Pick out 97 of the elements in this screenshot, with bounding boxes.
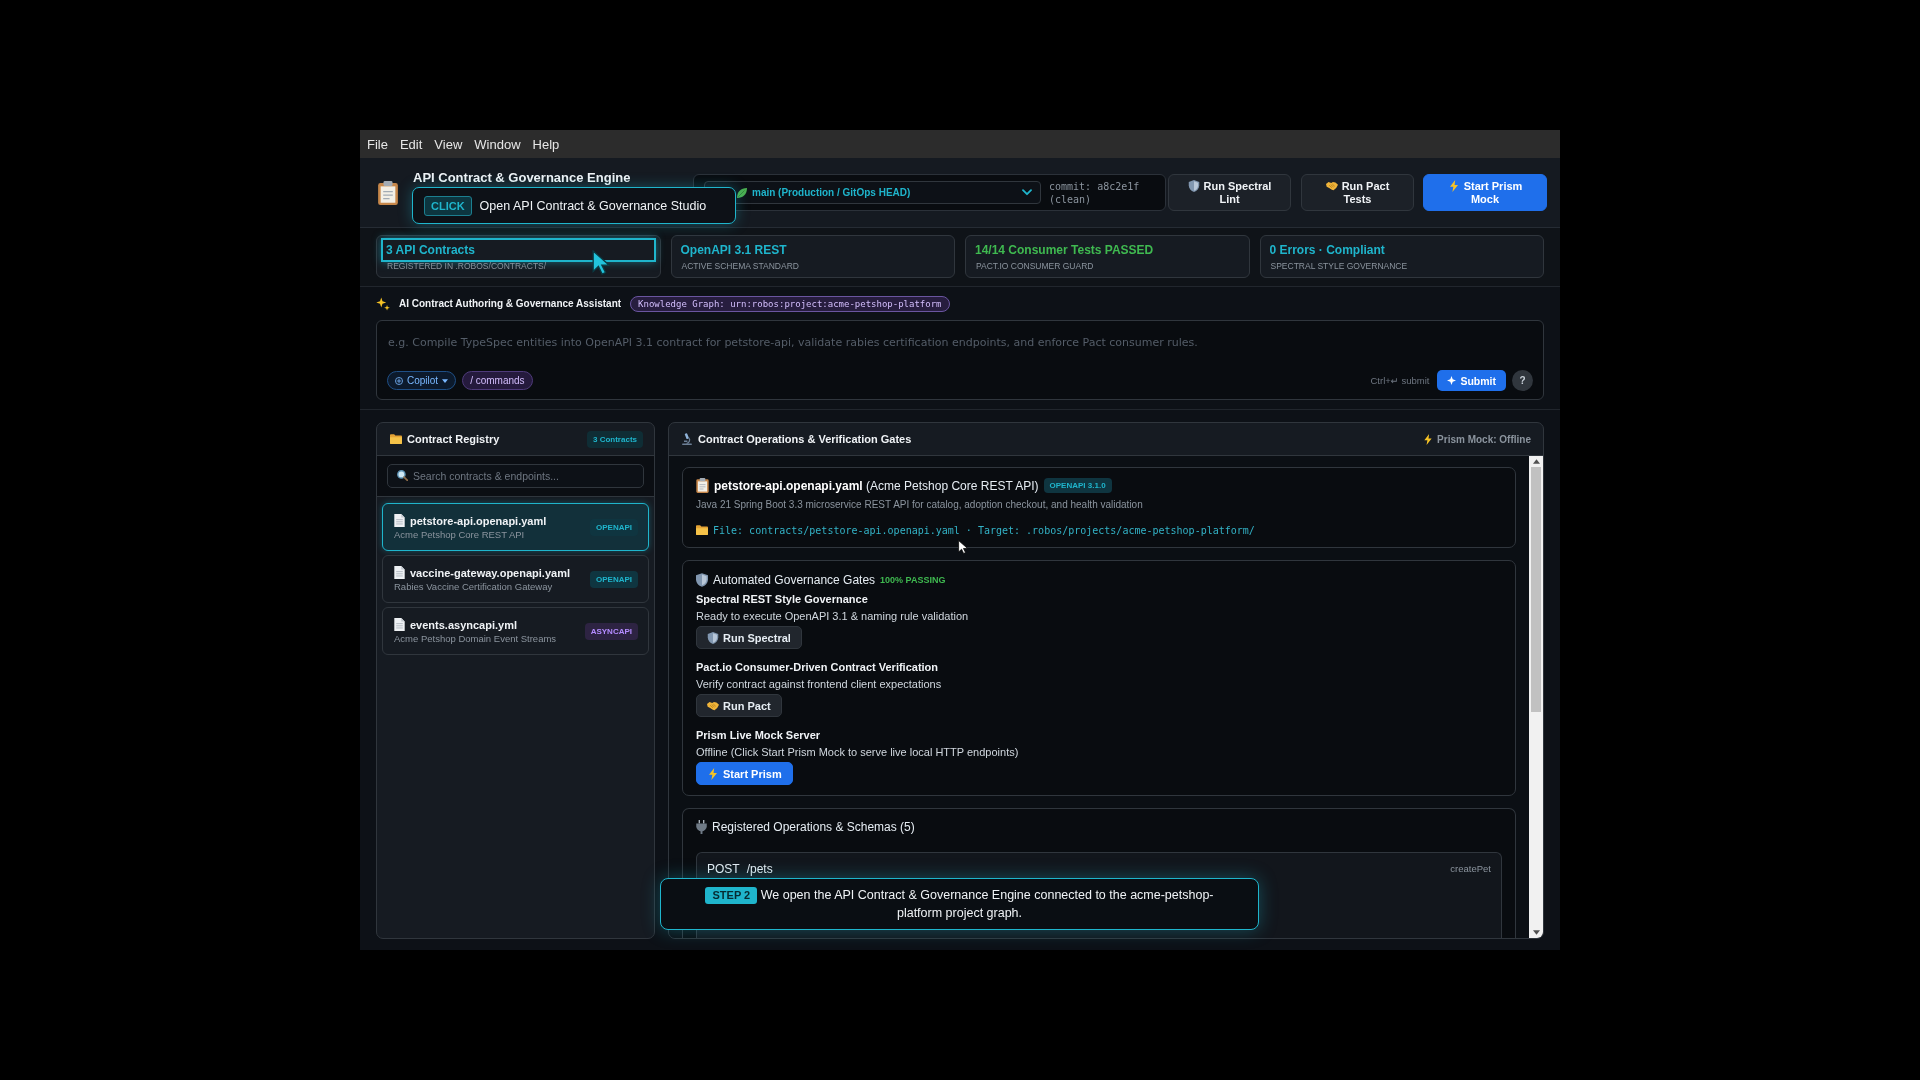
menu-item[interactable]: View	[428, 135, 469, 153]
gate-title: Pact.io Consumer-Driven Contract Verification	[696, 660, 940, 674]
operation-id: createPet	[1450, 862, 1491, 876]
cursor-icon	[592, 250, 610, 275]
stat-caption: PACT.IO CONSUMER GUARD	[975, 261, 1095, 271]
stat-caption: SPECTRAL STYLE GOVERNANCE	[1269, 261, 1409, 271]
contract-item[interactable]: events.asyncapi.yml Acme Petshop Domain Event Streams ASYNCAPI	[382, 607, 649, 655]
callout-text: We open the API Contract & Governance Engine connected to the acme-petshop-platform project graph.	[760, 888, 1214, 920]
gate-button[interactable]: Run Pact	[696, 694, 782, 717]
type-tag: OPENAPI	[590, 570, 638, 588]
leaf-icon	[737, 187, 747, 198]
action-button[interactable]: Start Prism Mock	[1423, 174, 1547, 211]
microscope-icon	[681, 433, 693, 445]
handshake-icon	[707, 699, 719, 712]
operations-title: Registered Operations & Schemas (5)	[712, 820, 915, 834]
contract-item[interactable]: petstore-api.openapi.yaml Acme Petshop Core REST API OPENAPI	[382, 503, 649, 551]
assistant-title: AI Contract Authoring & Governance Assistant	[399, 298, 622, 309]
action-button[interactable]: Run Spectral Lint	[1168, 174, 1291, 211]
composer-box[interactable]: e.g. Compile TypeSpec entities into OpenAPI 3.1 contract for petstore-api, validate rabies certification endpoints, and enforce Pact consumer rules. Copilot / commands Ctrl+↵ submit Submit ?	[376, 320, 1544, 400]
callout-text: Open API Contract & Governance Studio	[479, 198, 707, 213]
plus-circle-icon	[395, 376, 403, 385]
stat-value: 0 Errors · Compliant	[1269, 243, 1385, 257]
prompt-field[interactable]: e.g. Compile TypeSpec entities into OpenAPI 3.1 contract for petstore-api, validate rabies certification endpoints, and enforce Pact consumer rules.	[387, 321, 1533, 370]
search-field[interactable]: Search contracts & endpoints...	[387, 464, 644, 488]
gate-description: Offline (Click Start Prism Mock to serve live local HTTP endpoints)	[696, 745, 1020, 759]
plug-icon	[696, 820, 707, 834]
gate-description: Ready to execute OpenAPI 3.1 & naming rule validation	[696, 609, 970, 623]
submit-button[interactable]: Submit	[1437, 370, 1506, 391]
endpoint-path: /pets	[746, 862, 773, 876]
step-badge: STEP 2	[705, 887, 758, 904]
help-button[interactable]: ?	[1512, 370, 1533, 391]
commands-chip[interactable]: / commands	[462, 371, 533, 390]
gate-title: Spectral REST Style Governance	[696, 592, 869, 606]
type-tag: ASYNCAPI	[584, 622, 638, 640]
sparkle-icon	[376, 296, 390, 311]
menu-item[interactable]: File	[361, 135, 394, 153]
mock-status: Prism Mock: Offline	[1437, 433, 1531, 445]
count-badge: 3 Contracts	[587, 430, 643, 448]
contract-name: petstore-api.openapi.yaml	[410, 514, 547, 527]
gate-button[interactable]: Start Prism	[696, 762, 793, 785]
type-tag: OPENAPI	[590, 518, 638, 536]
contract-name: events.asyncapi.yml	[410, 618, 517, 631]
shield-icon	[707, 631, 719, 644]
stat-value: OpenAPI 3.1 REST	[680, 243, 787, 257]
branch-select[interactable]: main (Production / GitOps HEAD)	[704, 181, 1041, 204]
caret-icon	[442, 378, 449, 383]
folder-icon	[696, 525, 708, 535]
shield-icon	[696, 573, 708, 587]
stat-value: 14/14 Consumer Tests PASSED	[975, 243, 1154, 257]
file-path: File: contracts/petstore-api.openapi.yaml · Target: .robos/projects/acme-petshop-platform/	[713, 524, 1255, 536]
lightning-icon	[1424, 433, 1433, 445]
document-icon	[394, 514, 405, 527]
contract-description: Acme Petshop Core REST API	[394, 529, 526, 540]
gates-title: Automated Governance Gates	[713, 573, 876, 587]
shortcut-hint: Ctrl+↵ submit	[1370, 375, 1430, 386]
menu-item[interactable]: Window	[468, 135, 527, 153]
lightning-icon	[707, 767, 719, 780]
commit-text: commit: a8c2e1f (clean)	[1049, 179, 1141, 206]
gate-description: Verify contract against frontend client expectations	[696, 677, 943, 691]
search-icon	[397, 470, 408, 481]
click-badge: CLICK	[424, 195, 472, 216]
graph-badge: Knowledge Graph: urn:robos:project:acme-petshop-platform	[630, 295, 950, 312]
scrollbar-thumb[interactable]	[1531, 467, 1541, 712]
panel-title: Contract Operations & Verification Gates	[698, 433, 912, 445]
cursor-icon	[958, 540, 968, 554]
contract-title: petstore-api.openapi.yaml (Acme Petshop Core REST API)	[714, 478, 1039, 493]
sparkle-icon	[1447, 376, 1457, 385]
caret-up-icon[interactable]	[1532, 459, 1540, 464]
chevron-down-icon	[1022, 189, 1032, 196]
action-button[interactable]: Run Pact Tests	[1301, 174, 1414, 211]
pass-status: 100% PASSING	[880, 575, 946, 585]
document-icon	[394, 618, 405, 631]
menu-item[interactable]: Help	[526, 135, 566, 153]
caret-down-icon[interactable]	[1532, 930, 1540, 935]
model-chip[interactable]: Copilot	[387, 371, 457, 390]
gate-button[interactable]: Run Spectral	[696, 626, 802, 649]
contract-description: Acme Petshop Domain Event Streams	[394, 633, 558, 644]
handshake-icon	[1325, 179, 1338, 192]
lightning-icon	[1447, 179, 1460, 192]
folder-icon	[390, 433, 402, 445]
contract-description: Rabies Vaccine Certification Gateway	[394, 581, 554, 592]
http-method: POST	[707, 862, 740, 876]
stat-caption: REGISTERED IN .ROBOS/CONTRACTS/	[386, 261, 548, 271]
contract-item[interactable]: vaccine-gateway.openapi.yaml Rabies Vaccine Certification Gateway OPENAPI	[382, 555, 649, 603]
app-title: API Contract & Governance Engine	[413, 170, 631, 185]
stat-caption: ACTIVE SCHEMA STANDARD	[680, 261, 800, 271]
panel-title: Contract Registry	[407, 433, 500, 445]
gate-title: Prism Live Mock Server	[696, 728, 822, 742]
stat-value: 3 API Contracts	[386, 243, 475, 257]
contract-name: vaccine-gateway.openapi.yaml	[410, 566, 570, 579]
document-icon	[394, 566, 405, 579]
version-badge: OPENAPI 3.1.0	[1043, 478, 1112, 493]
menu-item[interactable]: Edit	[393, 135, 429, 153]
clipboard-icon	[696, 478, 709, 493]
contract-summary: Java 21 Spring Boot 3.3 microservice REST API for catalog, adoption checkout, and health validation	[696, 499, 1144, 511]
shield-icon	[1187, 179, 1200, 192]
clipboard-icon	[378, 180, 398, 205]
